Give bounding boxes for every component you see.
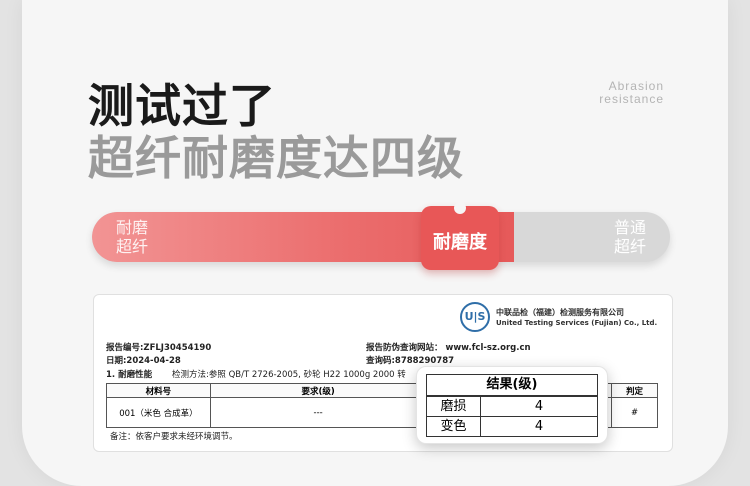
english-caption-line2: resistance [599,92,664,106]
uts-logo-icon: U|S [460,302,490,332]
result-label: 变色 [427,417,481,436]
bar-left-label: 耐磨 超纤 [116,218,148,256]
english-caption: Abrasion resistance [599,80,664,106]
table-cell: # [611,397,658,428]
result-header: 结果(级) [426,374,598,396]
bar-left-label-line1: 耐磨 [116,218,149,237]
table-cell: --- [209,397,427,428]
abrasion-badge-label: 耐磨度 [433,232,487,253]
table-cell: 001（米色 合成革） [106,397,211,428]
bar-right-label: 普通 超纤 [614,218,646,256]
bar-right-label-line2: 超纤 [613,237,646,256]
result-label: 磨损 [427,397,481,416]
abrasion-comparison-bar [92,212,670,262]
report-note: 备注：依客户要求未经环境调节。 [110,432,238,442]
table-header: 要求(级) [209,383,427,398]
org-name-en: United Testing Services (Fujian) Co., Lt… [496,319,658,327]
table-header: 判定 [611,383,658,398]
table-header: 材料号 [106,383,211,398]
verify-site: 报告防伪查询网站： www.fcl-sz.org.cn [366,343,531,353]
verify-code: 查询码:8788290787 [366,356,455,366]
result-row: 磨损 4 [426,396,598,417]
result-row: 变色 4 [426,416,598,437]
report-number: 报告编号:ZFLJ30454190 [106,343,212,353]
report-date: 日期:2024-04-28 [106,356,181,366]
result-value: 4 [534,399,544,414]
result-value: 4 [534,419,544,434]
bar-right-label-line1: 普通 [613,218,646,237]
test-method: 检测方法:参照 QB/T 2726-2005, 砂轮 H22 1000g 200… [172,370,406,380]
bar-left-label-line2: 超纤 [116,237,149,256]
headline-line2: 超纤耐磨度达四级 [88,131,464,185]
section-title: 1. 耐磨性能 [106,370,153,380]
org-name-cn: 中联品检（福建）检测服务有限公司 [496,308,624,317]
